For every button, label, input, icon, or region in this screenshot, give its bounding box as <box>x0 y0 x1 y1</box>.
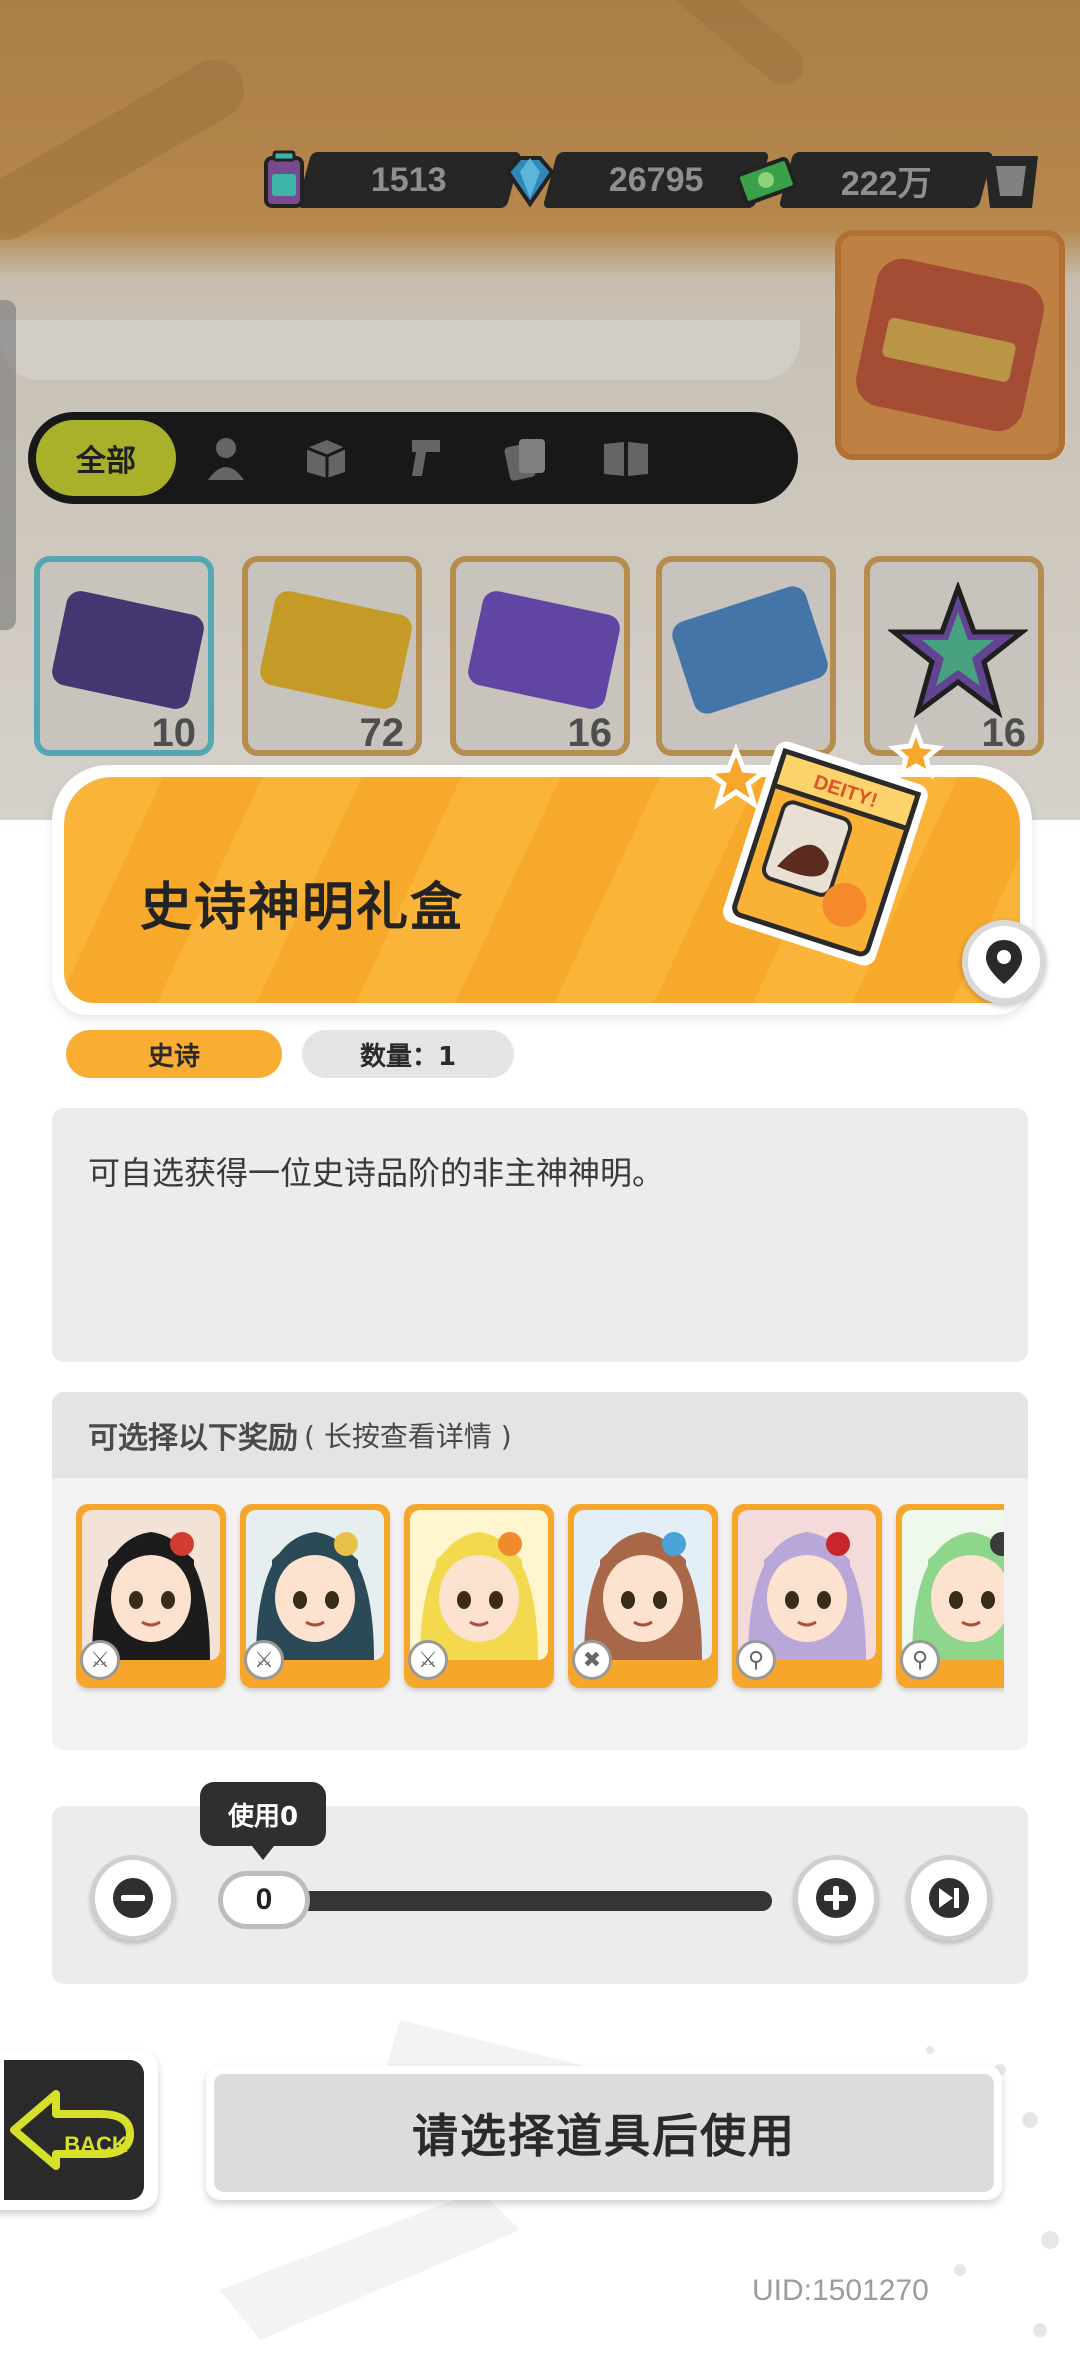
reward-character-card[interactable]: ✖ <box>568 1504 718 1688</box>
cash-icon <box>735 157 797 205</box>
reward-character-card[interactable]: ⚔ <box>404 1504 554 1688</box>
max-button[interactable] <box>906 1855 992 1941</box>
reward-list[interactable]: ⚔ ⚔ ⚔ ✖ ⚲ ⚲ <box>76 1504 1004 1694</box>
reward-character-card[interactable]: ⚔ <box>76 1504 226 1688</box>
reward-character-card[interactable]: ⚔ <box>240 1504 390 1688</box>
deity-giftbox-icon: DEITY! <box>701 722 945 966</box>
sword-icon: ⚔ <box>244 1640 284 1680</box>
reward-character-card[interactable]: ⚲ <box>732 1504 882 1688</box>
quantity-slider-track[interactable] <box>236 1891 772 1911</box>
character-portrait <box>574 1510 712 1660</box>
rarity-badge: 史诗 <box>66 1030 282 1078</box>
quantity-badge: 数量：1 <box>302 1030 514 1078</box>
minus-button[interactable] <box>90 1855 176 1941</box>
skip-to-end-icon <box>929 1878 969 1918</box>
background-scene: 1513 26795 222万 全部 10 72 16 16 <box>0 0 1080 820</box>
plus-button[interactable] <box>793 1855 879 1941</box>
location-pin-button[interactable] <box>962 920 1046 1004</box>
reward-panel: 可选择以下奖励 ( 长按查看详情 ) ⚔ ⚔ ⚔ ✖ ⚲ ⚲ <box>52 1392 1028 1750</box>
character-portrait <box>82 1510 220 1660</box>
reward-title: 可选择以下奖励 <box>88 1421 298 1456</box>
character-portrait <box>738 1510 876 1660</box>
back-arrow-icon: BACK <box>10 2090 134 2170</box>
magnifier-icon: ⚲ <box>736 1640 776 1680</box>
minus-icon <box>113 1878 153 1918</box>
sword-icon: ⚔ <box>80 1640 120 1680</box>
side-handle <box>0 300 16 630</box>
description-panel: 可自选获得一位史诗品阶的非主神神明。 <box>52 1108 1028 1362</box>
character-portrait <box>246 1510 384 1660</box>
diamond-icon <box>505 156 555 208</box>
location-pin-icon <box>986 940 1022 984</box>
item-description: 可自选获得一位史诗品阶的非主神神明。 <box>88 1154 665 1192</box>
user-id: UID:1501270 <box>752 2274 929 2307</box>
magnifier-icon: ⚲ <box>900 1640 940 1680</box>
use-item-button[interactable]: 请选择道具后使用 <box>206 2066 1002 2200</box>
battery-icon <box>264 150 304 208</box>
sword-icon: ⚔ <box>408 1640 448 1680</box>
back-button[interactable]: BACK <box>0 2050 158 2210</box>
gun-icon: ✖ <box>572 1640 612 1680</box>
plus-icon <box>816 1878 856 1918</box>
quantity-slider-thumb[interactable]: 0 <box>218 1871 310 1929</box>
back-label: BACK <box>64 2132 128 2157</box>
reward-character-card[interactable]: ⚲ <box>896 1504 1004 1688</box>
item-title: 史诗神明礼盒 <box>140 878 465 938</box>
use-count-tooltip: 使用0 <box>200 1782 326 1860</box>
reward-header: 可选择以下奖励 ( 长按查看详情 ) <box>52 1392 1028 1478</box>
character-portrait <box>902 1510 1004 1660</box>
character-portrait <box>410 1510 548 1660</box>
reward-hint: ( 长按查看详情 ) <box>304 1420 512 1453</box>
use-button-label: 请选择道具后使用 <box>214 2074 994 2192</box>
